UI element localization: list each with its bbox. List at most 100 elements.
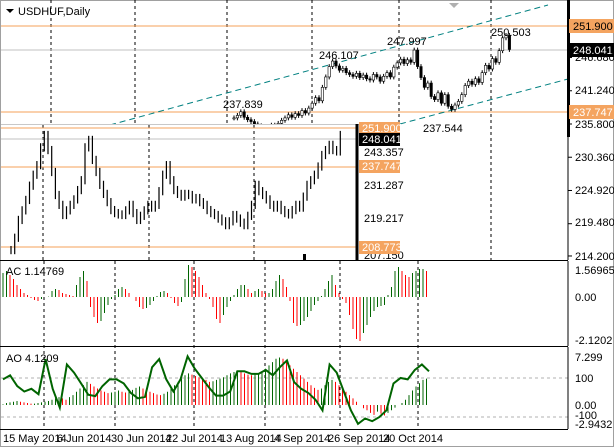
candle-body [487,65,491,70]
axis-label: 214.200 [575,251,614,263]
candle-body [317,97,321,102]
inset-axis-label: 219.217 [364,213,404,225]
candle-body [290,114,294,118]
date-label: 30 Jun 2014 [111,433,172,445]
candle-body [419,66,423,78]
date-label: 4 Sep 2014 [274,433,330,445]
axis-label: 246.680 [575,52,614,64]
candle-body [324,76,328,88]
candle-body [280,120,284,124]
candle-body [239,111,243,116]
candle-body [341,68,345,71]
candle-body [286,114,290,119]
overlapping-chart-window[interactable]: 251.900 248.041 243.357 237.747 231.287 … [1,122,404,262]
candle-body [436,92,440,100]
candle-body [467,80,471,86]
inset-background [1,124,401,260]
inset-current-label: 248.041 [362,134,402,146]
annotation-high-sep: 247.997 [387,36,427,48]
annotation-low-oct: 237.544 [423,123,463,135]
candle-body [395,62,399,68]
axis-label: 241.240 [575,85,614,97]
candle-body [337,65,341,71]
ao-axis-label: -2.9432 [575,419,612,431]
candle-body [494,58,498,63]
ao-axis-label: 7.299 [575,352,603,364]
date-label: 26 Sep 2014 [328,433,390,445]
candle-body [460,94,464,102]
candle-body [382,76,386,82]
support-price-label: 237.747 [573,107,613,119]
date-label: 6 Jun 2014 [57,433,111,445]
candle-body [351,74,355,77]
candle-body [375,74,379,78]
candle-body [283,117,287,121]
candle-body [235,115,239,119]
axis-label: 219.480 [575,217,614,229]
candle-body [450,105,454,110]
candle-body [433,96,437,100]
candle-body [354,72,358,77]
candle-body [439,92,443,104]
candle-body [412,49,416,63]
candle-body [297,113,301,116]
candle-body [443,94,447,104]
candle-body [429,82,433,97]
date-label: 22 Jul 2014 [166,433,223,445]
candle-body [497,50,501,63]
candle-body [385,72,389,77]
trading-chart-window[interactable]: 237.839 246.107 247.997 250.503 237.544 … [0,0,614,447]
candle-body [252,121,256,125]
candle-body [426,82,430,88]
date-label: 13 Aug 2014 [220,433,282,445]
candle-body [327,66,331,78]
ao-indicator-label: AO 4.1209 [6,353,59,365]
candle-body [416,49,420,67]
candle-body [348,72,352,75]
candle-body [463,85,467,95]
candle-body [490,58,494,70]
ac-axis-label: -2.1202 [575,335,612,347]
inset-low-label: 208.773 [362,242,402,254]
candle-body [249,119,253,122]
candle-body [402,58,406,64]
chart-symbol-title: USDHUF,Daily [18,6,91,18]
ac-axis-label: 0.00 [575,292,596,304]
resistance-price-label: 251.900 [573,21,613,33]
candle-body [310,102,314,109]
candle-body [470,80,474,85]
candle-body [303,110,307,114]
candle-body [388,72,392,78]
candle-body [473,78,477,85]
candle-body [344,68,348,73]
candle-body [307,107,311,114]
candle-body [453,104,457,110]
candle-body [246,116,250,121]
date-label: 20 Oct 2014 [383,433,443,445]
candle-body [446,94,450,107]
candle-body [361,74,365,78]
inset-axis-label: 243.357 [364,147,404,159]
axis-label: 235.800 [575,119,614,131]
candle-body [484,65,488,73]
ac-axis-label: 1.56965 [575,265,614,277]
candle-body [314,97,318,104]
annotation-high-nov: 250.503 [491,27,531,39]
candle-body [480,72,484,83]
candle-body [293,113,297,118]
candle-body [392,66,396,78]
inset-axis-label: 231.287 [364,180,404,192]
scroll-marker [303,254,306,260]
candle-body [456,101,460,106]
ao-axis-label: 100 [575,373,593,385]
candle-body [300,110,304,116]
candle-body [378,76,382,82]
candle-body [368,78,372,81]
candle-body [365,74,369,80]
candle-body [232,117,236,120]
ac-indicator-label: AC 1.14769 [6,266,64,278]
annotation-high-aug: 246.107 [319,50,359,62]
axis-label: 224.920 [575,185,614,197]
candle-body [242,111,246,118]
candle-body [399,58,403,64]
